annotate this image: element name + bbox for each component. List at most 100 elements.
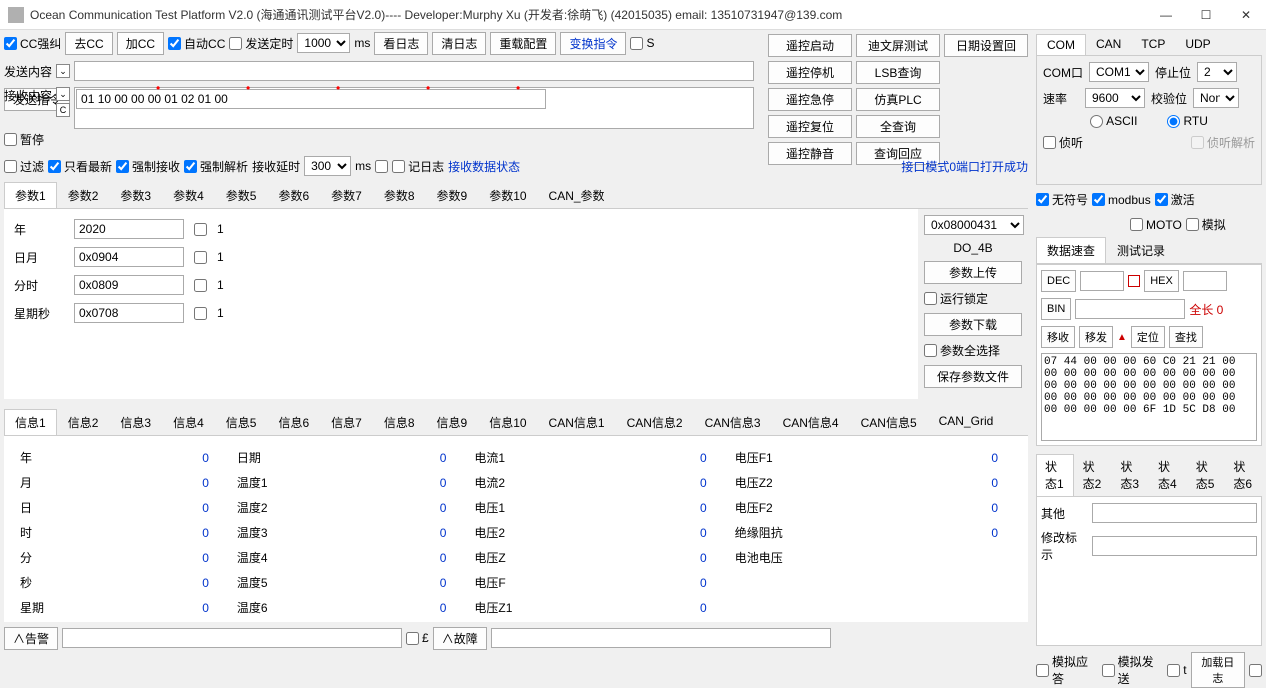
reload-config-button[interactable]: 重载配置 [490, 32, 556, 55]
param-download-button[interactable]: 参数下载 [924, 313, 1022, 336]
hex-command-input[interactable] [76, 89, 546, 109]
other-input[interactable] [1092, 503, 1257, 523]
param-all-check[interactable] [924, 344, 937, 357]
sim-resp-check[interactable] [1036, 664, 1049, 677]
param-tab-8[interactable]: 参数9 [426, 182, 479, 208]
only-latest-check[interactable] [48, 160, 61, 173]
param-分时-check[interactable] [194, 279, 207, 292]
remote-全查询[interactable]: 全查询 [856, 115, 940, 138]
listen-check[interactable] [1043, 136, 1056, 149]
locate-button[interactable]: 定位 [1131, 326, 1165, 348]
recv-status-link[interactable]: 接收数据状态 [448, 158, 520, 175]
view-log-button[interactable]: 看日志 [374, 32, 428, 55]
param-tab-9[interactable]: 参数10 [478, 182, 537, 208]
log-check[interactable] [392, 160, 405, 173]
alarm-input[interactable] [62, 628, 402, 648]
param-tab-7[interactable]: 参数8 [373, 182, 426, 208]
hex-input[interactable] [1183, 271, 1227, 291]
baud-select[interactable]: 9600 [1085, 88, 1145, 108]
param-日月-input[interactable] [74, 247, 184, 267]
param-tab-10[interactable]: CAN_参数 [538, 182, 616, 208]
status-tab-5[interactable]: 状态6 [1224, 454, 1262, 496]
info-tab-1[interactable]: 信息2 [57, 409, 110, 435]
remote-遥控停机[interactable]: 遥控停机 [768, 61, 852, 84]
ascii-radio[interactable] [1090, 115, 1103, 128]
run-lock-check[interactable] [924, 292, 937, 305]
dec-button[interactable]: DEC [1041, 270, 1076, 292]
comm-tab-TCP[interactable]: TCP [1131, 34, 1175, 55]
load-log-button[interactable]: 加载日志 [1191, 652, 1245, 688]
info-tab-4[interactable]: 信息5 [215, 409, 268, 435]
param-星期秒-input[interactable] [74, 303, 184, 323]
unsigned-check[interactable] [1036, 193, 1049, 206]
remote-LSB查询[interactable]: LSB查询 [856, 61, 940, 84]
activate-check[interactable] [1155, 193, 1168, 206]
remote-遥控急停[interactable]: 遥控急停 [768, 88, 852, 111]
param-tab-0[interactable]: 参数1 [4, 182, 57, 208]
hex-button[interactable]: HEX [1144, 270, 1179, 292]
info-tab-9[interactable]: 信息10 [478, 409, 537, 435]
remote-遥控复位[interactable]: 遥控复位 [768, 115, 852, 138]
param-分时-input[interactable] [74, 275, 184, 295]
minimize-button[interactable]: — [1154, 8, 1178, 22]
remote-日期设置回[interactable]: 日期设置回 [944, 34, 1028, 57]
send-content-input[interactable] [74, 61, 754, 81]
info-tab-0[interactable]: 信息1 [4, 409, 57, 435]
stop-bit-select[interactable]: 2 [1197, 62, 1237, 82]
fault-input[interactable] [491, 628, 831, 648]
com-port-select[interactable]: COM1 [1089, 62, 1149, 82]
info-tab-11[interactable]: CAN信息2 [616, 409, 694, 435]
move-recv-button[interactable]: 移收 [1041, 326, 1075, 348]
data-tab-1[interactable]: 测试记录 [1106, 237, 1176, 263]
info-tab-13[interactable]: CAN信息4 [772, 409, 850, 435]
info-tab-10[interactable]: CAN信息1 [538, 409, 616, 435]
force-recv-check[interactable] [116, 160, 129, 173]
info-tab-7[interactable]: 信息8 [373, 409, 426, 435]
maximize-button[interactable]: ☐ [1194, 8, 1218, 22]
sim-check[interactable] [1186, 218, 1199, 231]
param-tab-2[interactable]: 参数3 [109, 182, 162, 208]
status-tab-0[interactable]: 状态1 [1036, 454, 1074, 496]
remote-遥控启动[interactable]: 遥控启动 [768, 34, 852, 57]
close-button[interactable]: ✕ [1234, 8, 1258, 22]
delay-extra-check[interactable] [375, 160, 388, 173]
bin-input[interactable] [1075, 299, 1185, 319]
status-tab-4[interactable]: 状态5 [1187, 454, 1225, 496]
modbus-check[interactable] [1092, 193, 1105, 206]
dec-input[interactable] [1080, 271, 1124, 291]
comm-tab-COM[interactable]: COM [1036, 34, 1086, 55]
moto-check[interactable] [1130, 218, 1143, 231]
cc-correct-check[interactable] [4, 37, 17, 50]
pause-check[interactable] [4, 133, 17, 146]
param-年-check[interactable] [194, 223, 207, 236]
change-command-button[interactable]: 变换指令 [560, 32, 626, 55]
param-tab-4[interactable]: 参数5 [215, 182, 268, 208]
t-check[interactable] [1167, 664, 1180, 677]
info-tab-6[interactable]: 信息7 [320, 409, 373, 435]
hex-dump-area[interactable]: 07 44 00 00 00 60 C0 21 21 00 00 00 00 0… [1041, 353, 1257, 441]
addr-select[interactable]: 0x08000431 [924, 215, 1024, 235]
fault-button[interactable]: ∧故障 [433, 627, 487, 650]
param-tab-6[interactable]: 参数7 [320, 182, 373, 208]
status-tab-3[interactable]: 状态4 [1149, 454, 1187, 496]
info-tab-5[interactable]: 信息6 [267, 409, 320, 435]
send-timer-check[interactable] [229, 37, 242, 50]
info-tab-2[interactable]: 信息3 [109, 409, 162, 435]
param-日月-check[interactable] [194, 251, 207, 264]
modify-flag-input[interactable] [1092, 536, 1257, 556]
timer-value-select[interactable]: 1000 [297, 33, 350, 53]
remote-遥控静音[interactable]: 遥控静音 [768, 142, 852, 165]
status-tab-1[interactable]: 状态2 [1074, 454, 1112, 496]
param-tab-1[interactable]: 参数2 [57, 182, 110, 208]
send-expand-icon[interactable]: ⌄ [56, 64, 70, 78]
parity-select[interactable]: None [1193, 88, 1239, 108]
alarm-button[interactable]: ∧告警 [4, 627, 58, 650]
comm-tab-UDP[interactable]: UDP [1175, 34, 1220, 55]
move-send-button[interactable]: 移发 [1079, 326, 1113, 348]
recv-clear-button[interactable]: C [56, 103, 70, 117]
info-tab-15[interactable]: CAN_Grid [928, 409, 1005, 435]
param-tab-3[interactable]: 参数4 [162, 182, 215, 208]
comm-tab-CAN[interactable]: CAN [1086, 34, 1131, 55]
param-upload-button[interactable]: 参数上传 [924, 261, 1022, 284]
sim-send-check[interactable] [1102, 664, 1115, 677]
